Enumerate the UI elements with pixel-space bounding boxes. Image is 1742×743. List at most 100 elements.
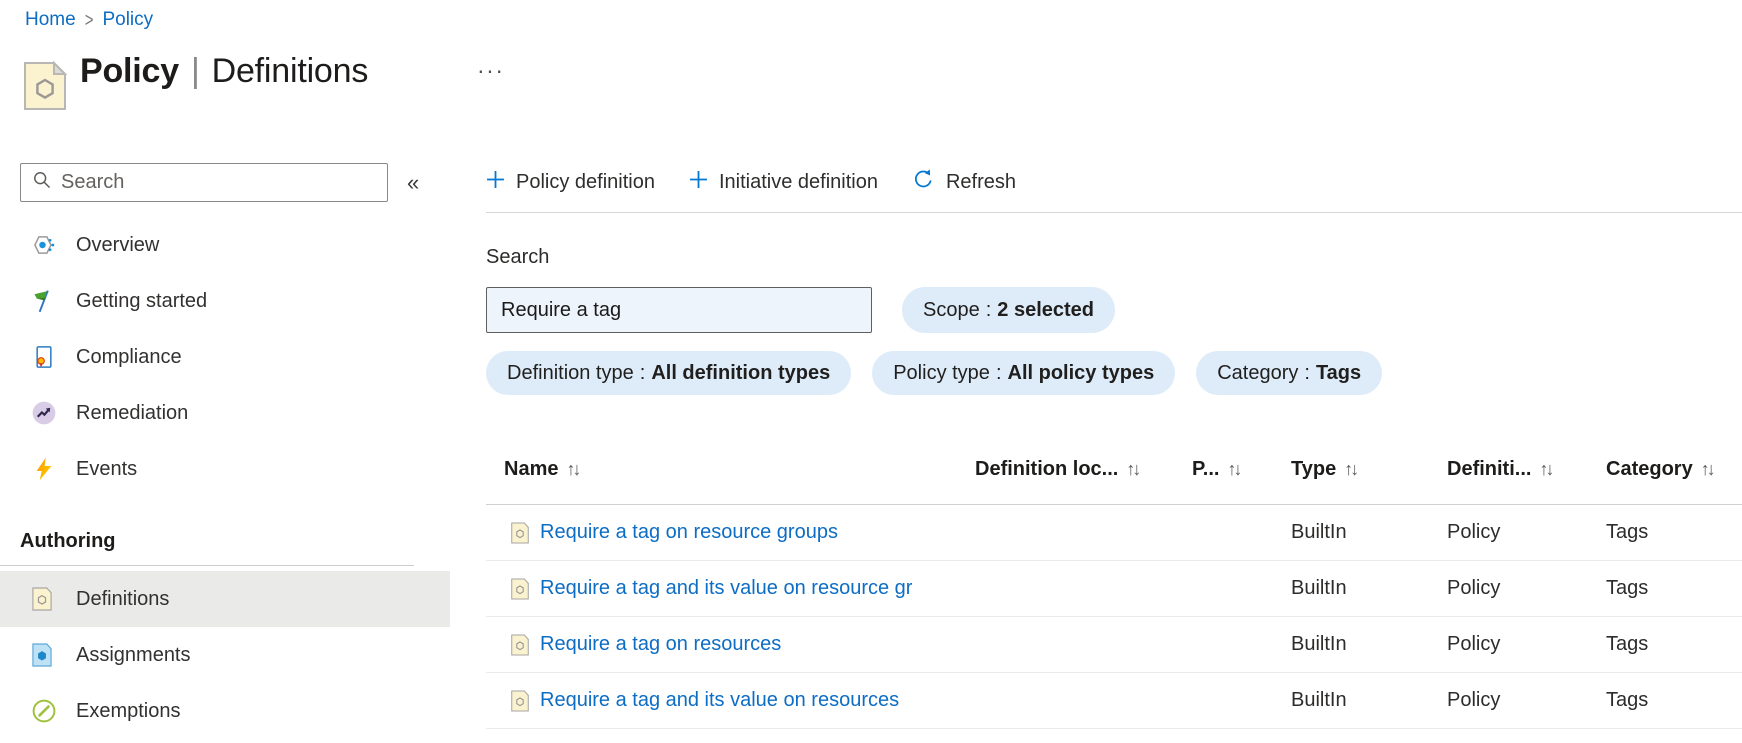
cell-category: Tags — [1606, 689, 1649, 711]
sidebar-item-exemptions[interactable]: Exemptions — [0, 683, 450, 739]
policy-document-icon — [510, 577, 530, 601]
cell-definition-type: Policy — [1447, 689, 1501, 711]
pill-separator: : — [1304, 361, 1310, 384]
pill-separator: : — [985, 298, 992, 321]
collapse-sidebar-icon[interactable]: « — [407, 171, 419, 194]
sidebar-section-authoring: Authoring — [0, 513, 450, 565]
command-bar: Policy definition Initiative definition … — [486, 140, 1742, 213]
more-options-icon[interactable]: ··· — [477, 57, 504, 84]
main-content: Policy definition Initiative definition … — [450, 140, 1742, 743]
pill-label: Scope — [923, 298, 980, 321]
column-header-name[interactable]: Name ↑↓ — [486, 458, 975, 481]
column-header-definition-type[interactable]: Definiti... ↑↓ — [1447, 458, 1606, 481]
filter-row-2: Definition type : All definition types P… — [486, 351, 1742, 395]
sidebar-item-events[interactable]: Events — [0, 441, 450, 497]
definitions-table: Name ↑↓ Definition loc... ↑↓ P... ↑↓ Type ↑↓… — [486, 435, 1742, 729]
column-label: Type — [1291, 458, 1337, 480]
sidebar-item-compliance[interactable]: Compliance — [0, 329, 450, 385]
pill-separator: : — [995, 361, 1002, 384]
sidebar-item-label: Events — [76, 457, 138, 480]
pill-separator: : — [639, 361, 646, 384]
sidebar-search-input[interactable] — [61, 171, 376, 194]
column-header-definition-location[interactable]: Definition loc... ↑↓ — [975, 458, 1192, 481]
cell-name: Require a tag and its value on resource … — [486, 577, 975, 601]
column-label: P... — [1192, 458, 1220, 480]
button-label: Initiative definition — [718, 170, 878, 193]
column-header-category[interactable]: Category ↑↓ — [1606, 458, 1742, 481]
cell-category: Tags — [1606, 521, 1649, 543]
cell-name: Require a tag and its value on resources — [486, 689, 975, 713]
page-title-resource: Policy — [80, 52, 179, 90]
column-label: Name — [504, 458, 559, 480]
cell-category: Tags — [1606, 633, 1649, 655]
plus-icon — [486, 170, 505, 195]
definition-link[interactable]: Require a tag and its value on resources — [540, 689, 899, 712]
policy-document-icon — [22, 60, 68, 117]
sidebar-item-remediation[interactable]: Remediation — [0, 385, 450, 441]
column-header-type[interactable]: Type ↑↓ — [1291, 458, 1447, 481]
sort-icon: ↑↓ — [1227, 459, 1242, 479]
cell-name: Require a tag on resources — [486, 633, 975, 657]
sidebar-item-assignments[interactable]: Assignments — [0, 627, 450, 683]
cell-name: Require a tag on resource groups — [486, 521, 975, 545]
compliance-icon — [31, 344, 57, 370]
column-label: Category — [1606, 458, 1693, 480]
filter-row-1: Scope : 2 selected — [486, 287, 1742, 333]
sidebar-item-definitions[interactable]: Definitions — [0, 571, 450, 627]
table-row: Require a tag and its value on resources… — [486, 673, 1742, 729]
refresh-button[interactable]: Refresh — [912, 168, 1016, 197]
sort-icon: ↑↓ — [1344, 459, 1359, 479]
exemptions-icon — [31, 698, 57, 724]
filter-search-label: Search — [486, 246, 550, 268]
definitions-policy-icon — [31, 586, 57, 612]
scope-filter-pill[interactable]: Scope : 2 selected — [902, 287, 1116, 333]
remediation-icon — [31, 400, 57, 426]
cell-definition-type: Policy — [1447, 577, 1501, 599]
plus-icon — [689, 170, 708, 195]
cell-definition-type: Policy — [1447, 521, 1501, 543]
initiative-definition-button[interactable]: Initiative definition — [689, 170, 878, 195]
sidebar-item-label: Exemptions — [76, 699, 181, 722]
policy-document-icon — [510, 521, 530, 545]
table-row: Require a tag on resource groups BuiltIn… — [486, 505, 1742, 561]
sidebar: « Overview Getting started Compliance — [0, 140, 450, 743]
definition-search-input[interactable] — [486, 287, 872, 333]
breadcrumb-link-home[interactable]: Home — [25, 9, 76, 31]
policy-type-filter-pill[interactable]: Policy type : All policy types — [872, 351, 1176, 395]
pill-label: Category — [1217, 361, 1299, 384]
cell-type: BuiltIn — [1291, 577, 1347, 599]
policy-definition-button[interactable]: Policy definition — [486, 170, 655, 195]
breadcrumb-separator: > — [84, 8, 94, 32]
section-label: Authoring — [20, 530, 116, 552]
policy-document-icon — [510, 633, 530, 657]
sidebar-item-label: Assignments — [76, 643, 191, 666]
column-header-policies[interactable]: P... ↑↓ — [1192, 458, 1291, 481]
sidebar-item-label: Overview — [76, 233, 160, 256]
policy-document-icon — [510, 689, 530, 713]
sidebar-item-getting-started[interactable]: Getting started — [0, 273, 450, 329]
sidebar-item-overview[interactable]: Overview — [0, 217, 450, 273]
sidebar-item-label: Getting started — [76, 289, 208, 312]
page-body: « Overview Getting started Compliance — [0, 140, 1742, 743]
definition-link[interactable]: Require a tag on resource groups — [540, 521, 838, 544]
breadcrumb-link-policy[interactable]: Policy — [102, 9, 153, 31]
getting-started-flag-icon — [31, 288, 57, 314]
pill-label: Definition type — [507, 361, 634, 384]
definition-link[interactable]: Require a tag and its value on resource … — [540, 577, 912, 600]
pill-value: 2 selected — [997, 298, 1095, 321]
search-icon — [32, 170, 52, 195]
definition-link[interactable]: Require a tag on resources — [540, 633, 781, 656]
definition-type-filter-pill[interactable]: Definition type : All definition types — [486, 351, 852, 395]
sort-icon: ↑↓ — [1700, 459, 1716, 479]
page-title-blade: Definitions — [211, 52, 369, 90]
pill-value: All definition types — [651, 361, 831, 384]
button-label: Policy definition — [516, 170, 655, 193]
sidebar-authoring-items: Definitions Assignments Exemptions — [0, 571, 450, 739]
breadcrumb: Home > Policy — [25, 8, 153, 32]
table-row: Require a tag and its value on resource … — [486, 561, 1742, 617]
category-filter-pill[interactable]: Category : Tags — [1196, 351, 1383, 395]
page-title-separator: | — [190, 52, 200, 90]
sidebar-search-box[interactable] — [20, 163, 388, 202]
sidebar-section-divider — [0, 565, 414, 566]
cell-definition-type: Policy — [1447, 633, 1501, 655]
